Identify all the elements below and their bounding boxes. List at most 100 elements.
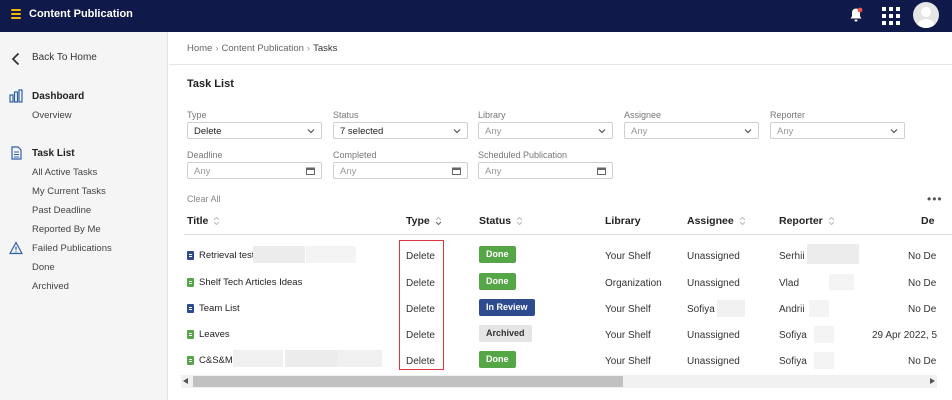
avatar[interactable] [913,2,939,28]
redacted-text [717,300,745,317]
filter-reporter: Reporter Any [770,110,905,139]
task-deadline: No De [908,278,937,289]
breadcrumb-home[interactable]: Home [187,43,212,54]
filter-value: Any [340,166,357,177]
sidebar-item-my-current-tasks[interactable]: My Current Tasks [32,186,106,197]
clear-all-link[interactable]: Clear All [187,194,221,204]
column-header-label: Status [479,215,512,227]
sidebar-item-archived[interactable]: Archived [32,281,69,292]
task-reporter: Sofiya [779,356,807,367]
table-row[interactable]: Shelf Tech Articles Ideas Delete Done Or… [169,270,952,296]
task-title[interactable]: Shelf Tech Articles Ideas [199,277,302,288]
horizontal-scrollbar[interactable] [181,375,937,388]
column-header-label: De [921,215,935,227]
calendar-icon [306,167,315,175]
apps-grid-icon[interactable] [882,7,900,25]
redacted-text [306,246,356,263]
column-header-library[interactable]: Library [605,215,641,227]
status-badge: Archived [479,325,532,342]
redacted-text [337,350,382,367]
column-header-type[interactable]: Type [406,215,442,227]
filter-label: Reporter [770,110,806,120]
table-row[interactable]: Leaves Delete Archived Your Shelf Unassi… [169,322,952,348]
sidebar-item-done[interactable]: Done [32,262,55,273]
sidebar-item-failed-publications[interactable]: Failed Publications [32,243,112,254]
sidebar-item-overview[interactable]: Overview [32,110,72,121]
chevron-left-icon[interactable] [11,52,21,66]
top-bar: Content Publication [0,0,952,32]
table-header-divider [184,234,952,235]
sidebar-item-reported-by-me[interactable]: Reported By Me [32,224,101,235]
filter-label: Type [187,110,207,120]
sort-icon [828,216,835,226]
sort-icon [516,216,523,226]
status-badge: Done [479,273,516,290]
table-row[interactable]: C&S&M Delete Done Your Shelf Unassigned … [169,348,952,374]
sort-icon [435,216,442,226]
column-header-assignee[interactable]: Assignee [687,215,746,227]
column-header-status[interactable]: Status [479,215,523,227]
filter-value: 7 selected [340,126,384,137]
type-select[interactable]: Delete [187,122,322,139]
column-header-label: Reporter [779,215,823,227]
filter-completed: Completed Any [333,150,468,179]
filter-label: Completed [333,150,377,160]
document-type-icon [187,330,194,339]
breadcrumb-content-publication[interactable]: Content Publication [222,43,304,54]
task-assignee: Unassigned [687,278,740,289]
scheduled-publication-date-field[interactable]: Any [478,162,613,179]
reporter-select[interactable]: Any [770,122,905,139]
sidebar: Back To Home Dashboard Overview Task Lis… [0,32,168,400]
sidebar-task-list-heading[interactable]: Task List [32,148,75,159]
status-badge: Done [479,351,516,368]
redacted-text [814,326,834,343]
column-header-label: Type [406,215,430,227]
redacted-text [285,350,337,367]
filter-value: Any [631,126,648,137]
filter-scheduled-publication: Scheduled Publication Any [478,150,613,179]
table-row[interactable]: Retrieval test Delete Done Your Shelf Un… [169,243,952,269]
column-header-deadline[interactable]: De [921,215,934,227]
task-deadline: No De [908,251,937,262]
task-title[interactable]: Retrieval test [199,250,254,261]
task-library: Your Shelf [605,330,651,341]
column-header-reporter[interactable]: Reporter [779,215,835,227]
task-deadline: No De [908,356,937,367]
status-badge: In Review [479,299,535,316]
status-select[interactable]: 7 selected [333,122,468,139]
task-title[interactable]: Leaves [199,329,230,340]
task-assignee: Sofiya [687,304,715,315]
sidebar-item-past-deadline[interactable]: Past Deadline [32,205,91,216]
task-assignee: Unassigned [687,356,740,367]
sidebar-dashboard-heading[interactable]: Dashboard [32,91,84,102]
hamburger-icon[interactable] [11,9,21,21]
task-title[interactable]: Team List [199,303,240,314]
task-deadline: 29 Apr 2022, 5 [872,330,938,341]
completed-date-field[interactable]: Any [333,162,468,179]
filter-type: Type Delete [187,110,322,139]
scroll-left-arrow-icon[interactable] [183,378,188,384]
main-content: Home › Content Publication › Tasks Task List… [169,32,952,400]
user-icon [916,7,936,28]
filter-deadline: Deadline Any [187,150,322,179]
library-select[interactable]: Any [478,122,613,139]
table-row[interactable]: Team List Delete In Review Your Shelf So… [169,296,952,322]
scrollbar-thumb[interactable] [193,376,623,387]
bell-icon[interactable] [849,7,863,23]
redacted-text [809,300,829,317]
document-type-icon [187,304,194,313]
back-to-home-link[interactable]: Back To Home [32,52,97,63]
filter-value: Delete [194,126,222,137]
filter-value: Any [485,166,502,177]
sidebar-item-all-active-tasks[interactable]: All Active Tasks [32,167,97,178]
type-column-highlight [399,240,444,370]
filter-assignee: Assignee Any [624,110,759,139]
more-options-icon[interactable]: ••• [927,192,943,206]
column-header-title[interactable]: Title [187,215,220,227]
scroll-right-arrow-icon[interactable] [930,378,935,384]
task-title[interactable]: C&S&M [199,355,233,366]
assignee-select[interactable]: Any [624,122,759,139]
sort-icon [739,216,746,226]
deadline-date-field[interactable]: Any [187,162,322,179]
redacted-text [253,246,305,263]
